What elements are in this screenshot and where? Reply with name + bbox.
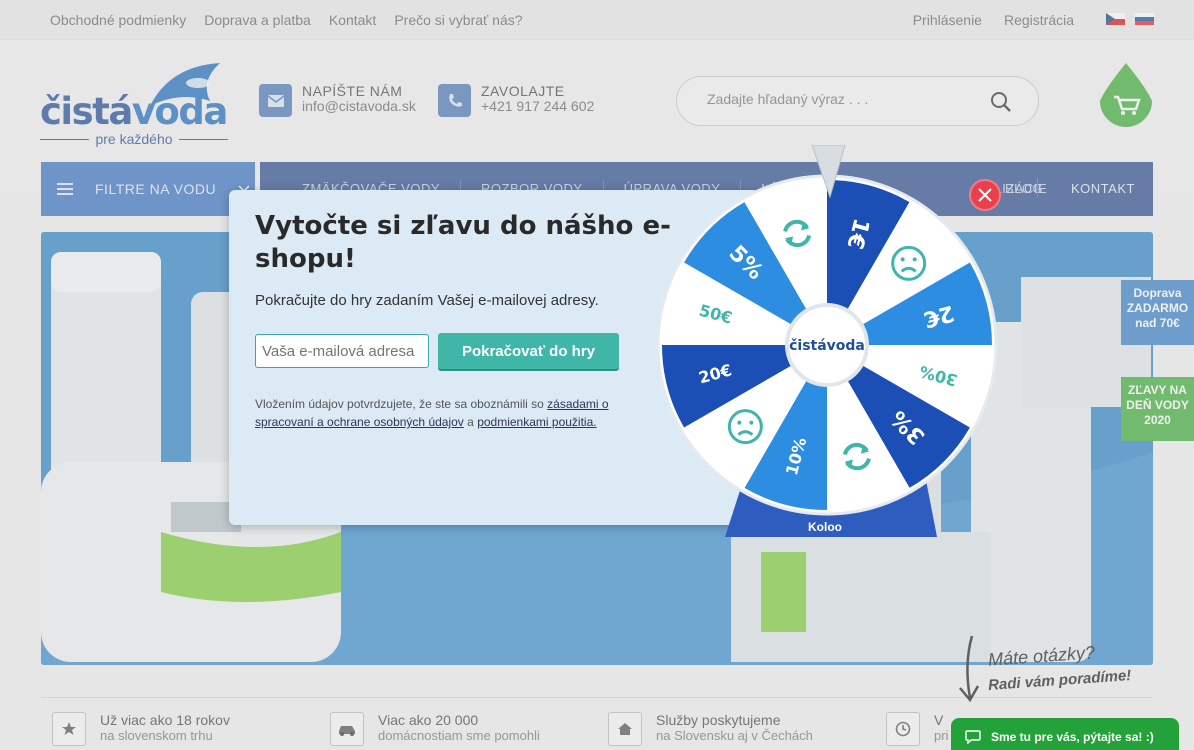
legal-prefix: Vložením údajov potvrdzujete, že ste sa … bbox=[255, 397, 544, 411]
wheel-segments: 1€2€30%3%10%20€50€5%čistávoda bbox=[656, 174, 998, 516]
chat-label: Sme tu pre vás, pýtajte sa! :) bbox=[991, 730, 1154, 744]
legal-text: Vložením údajov potvrdzujete, že ste sa … bbox=[255, 395, 635, 431]
wheel-brand: Koloo bbox=[808, 520, 842, 534]
prize-wheel[interactable]: Koloo 1€2€30%3%10%20€50€5%čistávoda bbox=[655, 145, 1000, 540]
terms-of-use-link[interactable]: podmienkami použitia. bbox=[477, 415, 596, 429]
close-modal-button[interactable] bbox=[969, 179, 1001, 211]
chat-bubble-icon bbox=[965, 730, 981, 744]
email-input[interactable] bbox=[255, 334, 429, 368]
chat-widget[interactable]: Sme tu pre vás, pýtajte sa! :) bbox=[951, 718, 1179, 750]
modal-title: Vytočte si zľavu do nášho e-shopu! bbox=[255, 211, 671, 274]
close-icon bbox=[978, 188, 992, 202]
continue-to-game-button[interactable]: Pokračovať do hry bbox=[438, 333, 619, 369]
legal-mid: a bbox=[467, 415, 474, 429]
modal-subtitle: Pokračujte do hry zadaním Vašej e-mailov… bbox=[255, 292, 599, 309]
wheel-logo: čistávoda bbox=[789, 338, 865, 354]
